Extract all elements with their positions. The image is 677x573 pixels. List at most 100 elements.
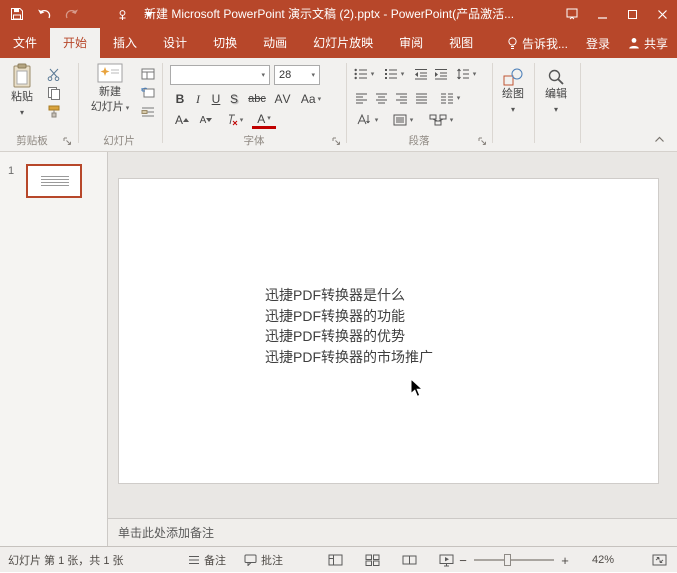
shrink-font-arrow-icon <box>206 118 212 122</box>
quick-access-toolbar <box>8 0 158 28</box>
comment-icon <box>244 554 257 566</box>
change-case-button[interactable]: Aa <box>298 90 324 108</box>
comments-toggle[interactable]: 批注 <box>244 547 283 573</box>
cut-button[interactable] <box>44 65 64 83</box>
new-slide-icon <box>97 63 123 84</box>
font-color-button[interactable]: A <box>252 111 276 129</box>
tab-review[interactable]: 审阅 <box>386 28 436 58</box>
tab-file[interactable]: 文件 <box>0 28 50 58</box>
reset-slide-button[interactable] <box>138 84 158 102</box>
zoom-in-button[interactable]: + <box>558 547 572 573</box>
new-slide-button[interactable]: 新建 幻灯片 <box>86 63 134 131</box>
tab-home[interactable]: 开始 <box>50 28 100 58</box>
tab-slideshow[interactable]: 幻灯片放映 <box>300 28 386 58</box>
window-controls <box>557 0 677 28</box>
lightbulb-icon <box>507 37 518 50</box>
close-icon[interactable] <box>647 0 677 28</box>
paragraph-dialog-launcher-icon[interactable] <box>478 137 488 147</box>
tell-me-box[interactable]: 告诉我... <box>498 28 577 58</box>
editing-group-button[interactable]: 编辑 <box>538 64 574 130</box>
slide-text-line: 迅捷PDF转换器的功能 <box>265 306 433 327</box>
bold-button[interactable]: B <box>172 90 188 108</box>
zoom-level[interactable]: 42% <box>580 547 614 573</box>
minimize-icon[interactable] <box>587 0 617 28</box>
convert-to-smartart-button[interactable] <box>424 111 458 129</box>
clipboard-group-label: 剪贴板 <box>0 133 64 148</box>
grow-font-arrow-icon <box>183 118 189 122</box>
fit-slide-to-window-button[interactable] <box>648 547 670 573</box>
ribbon-display-options-icon[interactable] <box>557 0 587 28</box>
slide-sorter-view-button[interactable] <box>359 547 385 573</box>
notes-pane[interactable]: 单击此处添加备注 <box>108 518 677 546</box>
align-right-button[interactable] <box>392 89 410 107</box>
section-button[interactable] <box>138 103 158 121</box>
collapse-ribbon-icon[interactable] <box>650 130 668 148</box>
decrease-indent-button[interactable] <box>412 65 430 83</box>
redo-icon[interactable] <box>62 4 80 24</box>
zoom-slider[interactable] <box>474 559 554 561</box>
text-direction-button[interactable] <box>352 111 382 129</box>
columns-button[interactable] <box>438 89 462 107</box>
drawing-group-button[interactable]: 绘图 <box>496 64 530 130</box>
shrink-font-button[interactable]: A <box>196 111 216 129</box>
shapes-icon <box>503 68 523 86</box>
character-spacing-button[interactable]: AV <box>272 90 294 108</box>
undo-icon[interactable] <box>35 4 53 24</box>
italic-button[interactable]: I <box>190 90 206 108</box>
ribbon-home: 粘贴 剪贴板 新建 幻灯片 <box>0 58 677 152</box>
clear-formatting-button[interactable] <box>222 111 246 129</box>
clipboard-dialog-launcher-icon[interactable] <box>63 137 73 147</box>
slide-editor-area[interactable]: 迅捷PDF转换器是什么 迅捷PDF转换器的功能 迅捷PDF转换器的优势 迅捷PD… <box>108 152 677 518</box>
copy-button[interactable] <box>44 84 64 102</box>
content-placeholder[interactable]: 迅捷PDF转换器是什么 迅捷PDF转换器的功能 迅捷PDF转换器的优势 迅捷PD… <box>265 285 433 367</box>
justify-button[interactable] <box>412 89 430 107</box>
line-spacing-button[interactable] <box>454 65 478 83</box>
slide-canvas[interactable]: 迅捷PDF转换器是什么 迅捷PDF转换器的功能 迅捷PDF转换器的优势 迅捷PD… <box>118 178 659 484</box>
slide-thumbnail[interactable] <box>26 164 82 198</box>
strikethrough-button[interactable]: abc <box>244 90 270 108</box>
share-button[interactable]: 共享 <box>619 28 677 58</box>
reading-view-button[interactable] <box>396 547 422 573</box>
tab-animations[interactable]: 动画 <box>250 28 300 58</box>
tab-design[interactable]: 设计 <box>150 28 200 58</box>
thumbnail-text-preview <box>41 176 69 187</box>
notes-toggle[interactable]: 备注 <box>188 547 226 573</box>
notes-placeholder: 单击此处添加备注 <box>118 524 214 541</box>
increase-indent-button[interactable] <box>432 65 450 83</box>
align-center-button[interactable] <box>372 89 390 107</box>
paste-dropdown-icon <box>20 106 24 118</box>
status-bar: 幻灯片 第 1 张，共 1 张 备注 批注 − + <box>0 546 677 572</box>
zoom-slider-thumb[interactable] <box>504 554 511 566</box>
paste-button[interactable]: 粘贴 <box>4 63 40 131</box>
maximize-icon[interactable] <box>617 0 647 28</box>
paragraph-group-label: 段落 <box>346 133 492 148</box>
font-dialog-launcher-icon[interactable] <box>332 137 342 147</box>
zoom-out-button[interactable]: − <box>456 547 470 573</box>
tab-view[interactable]: 视图 <box>436 28 486 58</box>
slide-layout-button[interactable] <box>138 65 158 83</box>
tab-insert[interactable]: 插入 <box>100 28 150 58</box>
align-left-button[interactable] <box>352 89 370 107</box>
font-size-combo[interactable]: 28 <box>274 65 320 85</box>
slide-text-line: 迅捷PDF转换器的优势 <box>265 326 433 347</box>
notes-icon <box>188 555 200 565</box>
person-icon <box>628 37 640 49</box>
slide-indicator: 幻灯片 第 1 张，共 1 张 <box>8 547 124 573</box>
tab-transitions[interactable]: 切换 <box>200 28 250 58</box>
format-painter-button[interactable] <box>44 103 64 121</box>
save-icon[interactable] <box>8 4 26 24</box>
underline-button[interactable]: U <box>208 90 224 108</box>
grow-font-button[interactable]: A <box>172 111 192 129</box>
touch-mode-icon[interactable] <box>113 4 131 24</box>
window-title: 新建 Microsoft PowerPoint 演示文稿 (2).pptx - … <box>144 0 514 28</box>
numbering-button[interactable] <box>382 65 406 83</box>
sign-in-button[interactable]: 登录 <box>577 28 619 58</box>
align-text-button[interactable] <box>388 111 418 129</box>
bullets-button[interactable] <box>352 65 376 83</box>
text-shadow-button[interactable]: S <box>226 90 242 108</box>
font-name-combo[interactable] <box>170 65 270 85</box>
editing-dropdown-icon <box>554 103 558 115</box>
normal-view-button[interactable] <box>322 547 348 573</box>
font-group-label: 字体 <box>162 133 346 148</box>
title-bar: 新建 Microsoft PowerPoint 演示文稿 (2).pptx - … <box>0 0 677 28</box>
